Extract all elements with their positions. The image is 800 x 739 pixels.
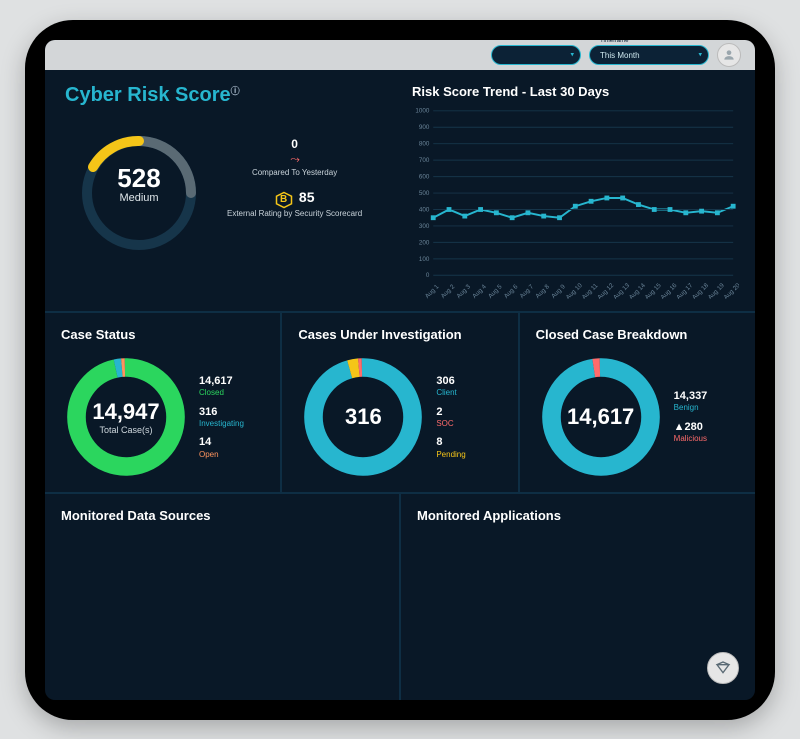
risk-trend-panel: Risk Score Trend - Last 30 Days 0 100 200 3…: [400, 70, 755, 311]
legend-item[interactable]: 8Pending: [436, 436, 465, 459]
legend-item[interactable]: 14Open: [199, 436, 244, 459]
legend-item[interactable]: 14,617Closed: [199, 375, 244, 398]
monitored-applications-title: Monitored Applications: [401, 494, 755, 700]
case-status-legend: 14,617Closed 316Investigating 14Open: [199, 375, 244, 459]
legend-value: 306: [436, 375, 465, 388]
trend-chart-title: Risk Score Trend - Last 30 Days: [412, 84, 739, 99]
monitored-data-sources-title: Monitored Data Sources: [45, 494, 401, 700]
case-status-donut: 14,947 Total Case(s): [61, 352, 191, 482]
risk-row: Cyber Risk Scoreⓘ 528: [45, 70, 755, 313]
under-investigation-total: 316: [345, 404, 382, 430]
legend-label: Investigating: [199, 419, 244, 429]
svg-text:300: 300: [419, 223, 430, 230]
svg-text:400: 400: [419, 206, 430, 213]
user-avatar[interactable]: [717, 43, 741, 67]
under-investigation-donut: 316: [298, 352, 428, 482]
legend-value: 2: [436, 406, 465, 419]
risk-comparisons: 0 ⤳ Compared To Yesterday B 85 External …: [227, 137, 362, 219]
risk-score-panel: Cyber Risk Scoreⓘ 528: [45, 70, 400, 311]
external-rating-value: 85: [299, 189, 315, 205]
under-investigation-card: Cases Under Investigation 316 306: [282, 313, 519, 492]
timeframe-field-label: Timeframe: [600, 40, 628, 44]
svg-text:Aug 2: Aug 2: [440, 283, 457, 298]
user-icon: [722, 48, 736, 62]
legend-label: Open: [199, 450, 244, 460]
case-status-title: Case Status: [61, 327, 266, 342]
legend-label: SOC: [436, 419, 465, 429]
svg-text:500: 500: [419, 190, 430, 197]
info-icon[interactable]: ⓘ: [231, 86, 240, 96]
legend-item[interactable]: ▲280Malicious: [674, 421, 708, 444]
legend-value: 14: [199, 436, 244, 449]
svg-text:Aug 1: Aug 1: [424, 283, 441, 298]
svg-text:600: 600: [419, 174, 430, 181]
svg-text:Aug 3: Aug 3: [455, 283, 472, 298]
legend-label: Benign: [674, 403, 708, 413]
timeframe-value: This Month: [600, 51, 640, 60]
trend-chart[interactable]: 01002003004005006007008009001000Aug 1Aug…: [410, 105, 739, 305]
svg-text:Aug 5: Aug 5: [487, 283, 504, 298]
svg-text:Aug 4: Aug 4: [471, 283, 488, 298]
closed-breakdown-title: Closed Case Breakdown: [536, 327, 741, 342]
compared-label: Compared To Yesterday: [227, 168, 362, 178]
legend-value: 14,337: [674, 390, 708, 403]
case-status-card: Case Status 14,947 Total Case(s): [45, 313, 282, 492]
legend-label: Closed: [199, 388, 244, 398]
svg-text:Aug 7: Aug 7: [519, 283, 536, 298]
legend-item[interactable]: 306Client: [436, 375, 465, 398]
legend-item[interactable]: 14,337Benign: [674, 390, 708, 413]
closed-breakdown-card: Closed Case Breakdown 14,617 14,337Benig…: [520, 313, 755, 492]
bottom-row: Monitored Data Sources Monitored Applica…: [45, 494, 755, 700]
top-bar: Timeframe This Month: [45, 40, 755, 70]
page-title: Cyber Risk Scoreⓘ: [65, 84, 384, 107]
svg-text:1000: 1000: [415, 108, 429, 115]
case-cards-row: Case Status 14,947 Total Case(s): [45, 313, 755, 494]
svg-text:200: 200: [419, 239, 430, 246]
filter-select-1[interactable]: [491, 45, 581, 65]
external-rating-label: External Rating by Security Scorecard: [227, 209, 362, 219]
case-status-total: 14,947: [92, 399, 159, 425]
svg-text:Aug 6: Aug 6: [503, 283, 520, 298]
risk-gauge: 528 Medium: [69, 123, 209, 233]
legend-label: Client: [436, 388, 465, 398]
legend-value: 8: [436, 436, 465, 449]
timeframe-select[interactable]: Timeframe This Month: [589, 45, 709, 65]
tablet-frame: Timeframe This Month Cyber Risk Scoreⓘ: [25, 20, 775, 720]
under-investigation-legend: 306Client 2SOC 8Pending: [436, 375, 465, 459]
svg-text:100: 100: [419, 256, 430, 263]
svg-text:0: 0: [426, 272, 430, 279]
legend-item[interactable]: 2SOC: [436, 406, 465, 429]
svg-text:900: 900: [419, 124, 430, 131]
svg-text:800: 800: [419, 141, 430, 148]
closed-breakdown-donut: 14,617: [536, 352, 666, 482]
diamond-icon: [715, 660, 731, 676]
scorecard-hex-icon: B: [275, 191, 293, 209]
legend-label: Malicious: [674, 434, 708, 444]
compared-value: 0: [227, 137, 362, 153]
svg-text:Aug 20: Aug 20: [723, 282, 739, 299]
screen: Timeframe This Month Cyber Risk Scoreⓘ: [45, 40, 755, 700]
legend-item[interactable]: 316Investigating: [199, 406, 244, 429]
legend-label: Pending: [436, 450, 465, 460]
case-status-total-label: Total Case(s): [99, 425, 152, 435]
legend-value: ▲280: [674, 421, 708, 434]
legend-value: 14,617: [199, 375, 244, 388]
svg-text:700: 700: [419, 157, 430, 164]
help-widget-button[interactable]: [707, 652, 739, 684]
closed-breakdown-total: 14,617: [567, 404, 634, 430]
trend-icon: ⤳: [227, 152, 362, 168]
closed-breakdown-legend: 14,337Benign ▲280Malicious: [674, 390, 708, 444]
legend-value: 316: [199, 406, 244, 419]
risk-score-value: 528: [117, 163, 160, 194]
risk-score-label: Medium: [119, 192, 158, 204]
under-investigation-title: Cases Under Investigation: [298, 327, 503, 342]
svg-text:Aug 8: Aug 8: [534, 283, 551, 298]
